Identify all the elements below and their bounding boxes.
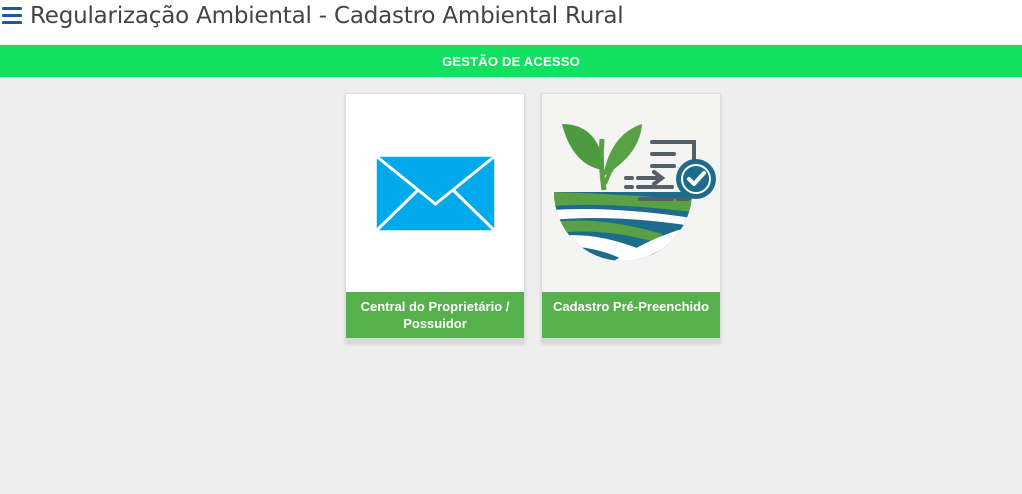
card-central-proprietario[interactable]: Central do Proprietário / Possuidor [345,93,525,342]
card-label: Central do Proprietário / Possuidor [346,292,524,338]
section-title: GESTÃO DE ACESSO [442,53,580,69]
card-footer [346,338,524,341]
page-title: Regularização Ambiental - Cadastro Ambie… [30,3,624,29]
card-label: Cadastro Pré-Preenchido [542,292,720,338]
plant-field-document-check-icon [542,94,720,291]
top-header: Regularização Ambiental - Cadastro Ambie… [0,0,1022,44]
card-cadastro-pre-preenchido[interactable]: Cadastro Pré-Preenchido [541,93,721,342]
envelope-icon [346,94,524,291]
section-header: GESTÃO DE ACESSO [0,45,1022,77]
hamburger-menu-icon[interactable] [2,7,22,25]
card-footer [542,338,720,341]
